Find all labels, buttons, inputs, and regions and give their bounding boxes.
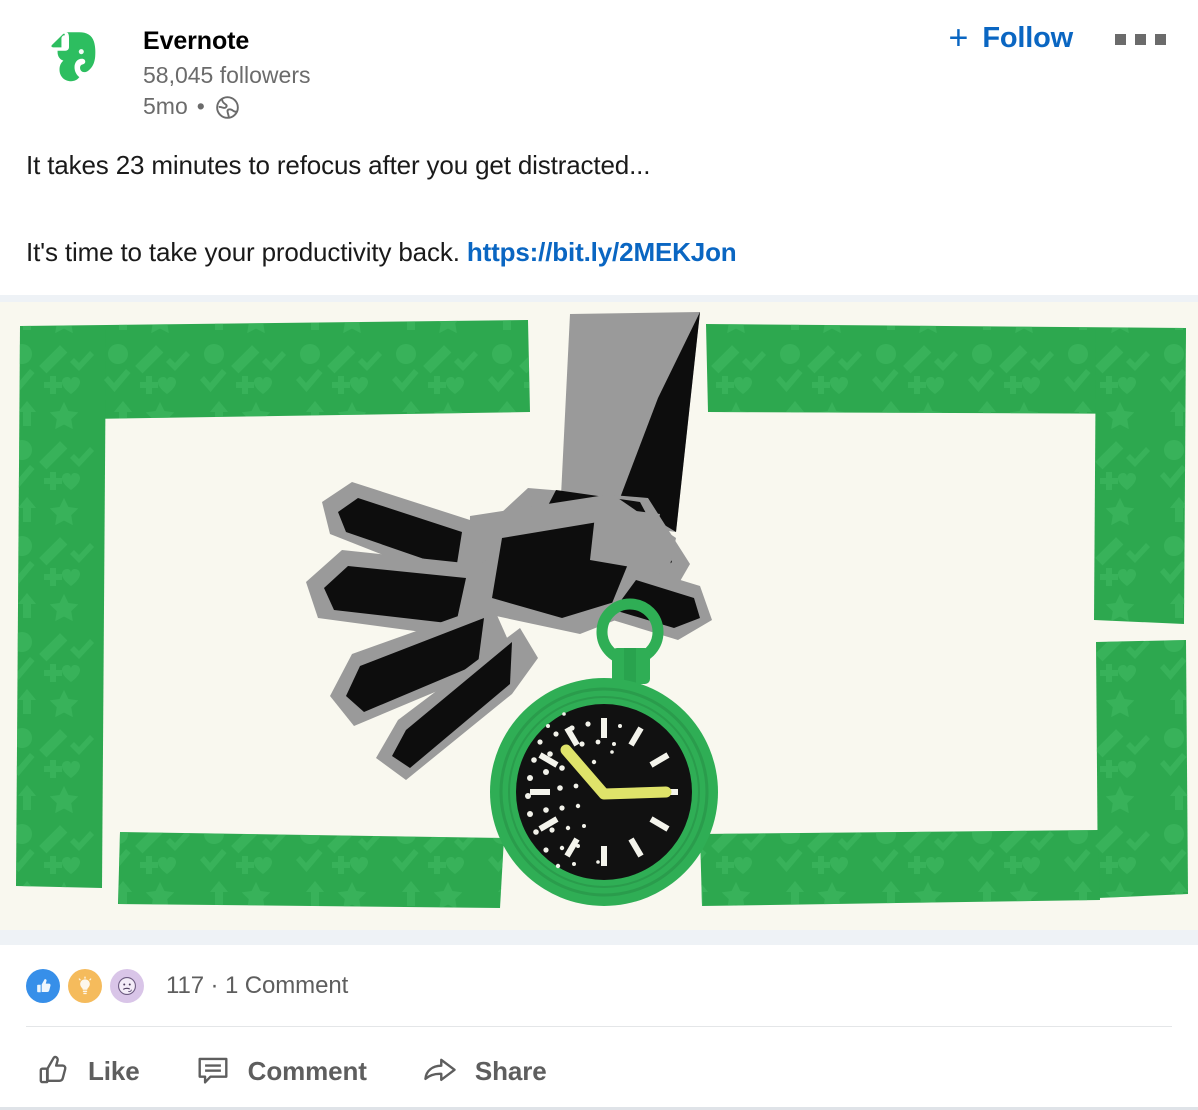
share-button[interactable]: Share [411, 1043, 557, 1100]
post-illustration [0, 302, 1198, 931]
post-overflow-menu-button[interactable] [1109, 24, 1172, 55]
post-action-bar: Like Comment Share [0, 1027, 1198, 1100]
like-button[interactable]: Like [24, 1043, 150, 1100]
evernote-elephant-logo-icon [51, 32, 96, 82]
meta-separator: • [196, 92, 205, 119]
illustration-artwork [0, 302, 1198, 931]
post-timestamp: 5mo [143, 93, 188, 120]
avatar[interactable] [44, 26, 106, 88]
post-text-blank-line [26, 183, 1168, 235]
share-arrow-icon [421, 1051, 459, 1092]
globe-icon [214, 94, 241, 121]
share-button-label: Share [474, 1056, 547, 1087]
ellipsis-icon-dot-2 [1135, 34, 1146, 45]
author-block: Evernote 58,045 followers 5mo • [143, 18, 311, 122]
follow-button-label: Follow [982, 22, 1073, 54]
speech-bubble-icon [194, 1051, 232, 1092]
post-text-line-2: It's time to take your productivity back… [26, 235, 1168, 270]
header-actions: + Follow [947, 18, 1172, 59]
post-header: Evernote 58,045 followers 5mo • + Follow [0, 0, 1198, 140]
thinking-face-icon [110, 969, 144, 1004]
ellipsis-icon-dot-1 [1115, 34, 1126, 45]
post-body-text: It takes 23 minutes to refocus after you… [0, 140, 1198, 269]
thumbs-up-outline-icon [34, 1051, 72, 1092]
reaction-counts-label[interactable]: 117 · 1 Comment [166, 972, 348, 1000]
thumbs-up-icon [26, 969, 60, 1004]
social-counts-row: 117 · 1 Comment [0, 945, 1198, 1007]
follow-button[interactable]: + Follow [947, 18, 1075, 59]
plus-icon: + [948, 18, 969, 57]
author-name[interactable]: Evernote [143, 26, 311, 57]
reaction-icons-group[interactable] [26, 969, 152, 1004]
post-link[interactable]: https://bit.ly/2MEKJon [467, 237, 737, 267]
author-followers: 58,045 followers [143, 61, 311, 88]
ellipsis-icon-dot-3 [1155, 34, 1166, 45]
comment-button[interactable]: Comment [184, 1043, 377, 1100]
post-meta-row: 5mo • [143, 92, 311, 122]
lightbulb-icon [68, 969, 102, 1004]
comment-button-label: Comment [247, 1056, 367, 1087]
post-text-line-2-text: It's time to take your productivity back… [26, 236, 467, 267]
like-button-label: Like [88, 1056, 140, 1087]
post-image[interactable] [0, 295, 1198, 946]
post-text-line-1: It takes 23 minutes to refocus after you… [26, 150, 651, 180]
linkedin-post-card: Evernote 58,045 followers 5mo • + Follow [0, 0, 1198, 1110]
